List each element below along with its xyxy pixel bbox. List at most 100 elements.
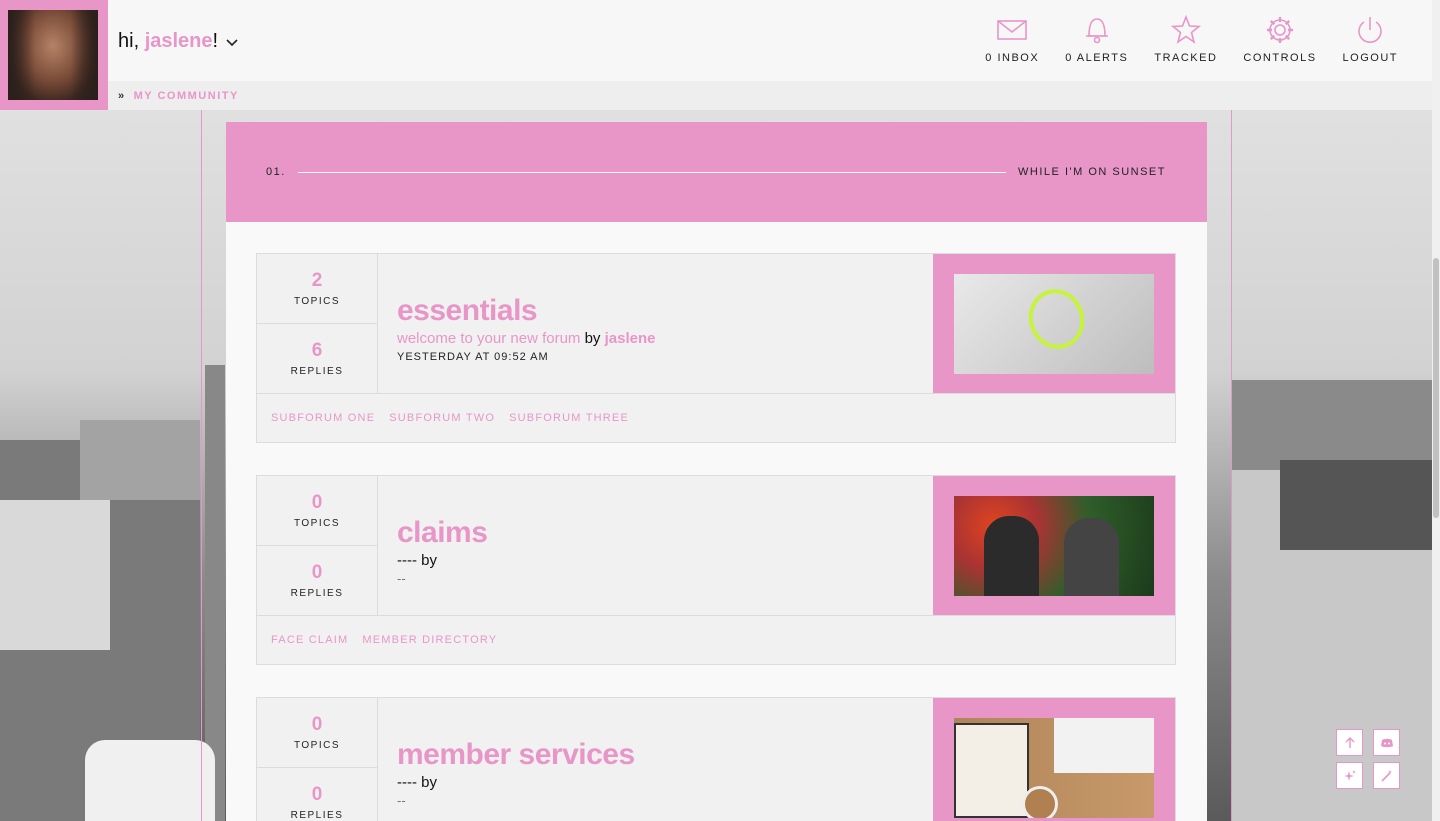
replies-stat: 0 REPLIES bbox=[257, 768, 377, 821]
subforum-link[interactable]: FACE CLAIM bbox=[271, 634, 348, 646]
topics-count: 0 bbox=[311, 714, 323, 735]
highlight-circle bbox=[1020, 281, 1093, 357]
forum-info: member services ---- by -- bbox=[378, 698, 933, 821]
replies-label: REPLIES bbox=[290, 810, 344, 821]
last-post-by: by bbox=[421, 552, 437, 569]
nav-alerts[interactable]: 0 ALERTS bbox=[1065, 14, 1128, 64]
forum-index: 01. WHILE I'M ON SUNSET 2 TOPICS 6 REPLI… bbox=[226, 122, 1207, 821]
last-post-date-placeholder: -- bbox=[397, 793, 406, 808]
power-icon bbox=[1358, 17, 1383, 43]
breadcrumb-my-community[interactable]: MY COMMUNITY bbox=[134, 90, 239, 102]
image-person bbox=[984, 516, 1039, 596]
category-divider bbox=[297, 171, 1007, 173]
subforum-link[interactable]: SUBFORUM THREE bbox=[509, 412, 629, 424]
replies-label: REPLIES bbox=[290, 366, 344, 377]
background-building bbox=[80, 420, 200, 500]
last-post-by: by bbox=[421, 774, 437, 791]
nav-inbox-label: 0 INBOX bbox=[985, 52, 1040, 64]
background-car bbox=[85, 740, 215, 821]
subforum-list: SUBFORUM ONE SUBFORUM TWO SUBFORUM THREE bbox=[257, 394, 1175, 442]
nav-tracked-label: TRACKED bbox=[1154, 52, 1218, 64]
nav-tracked[interactable]: TRACKED bbox=[1154, 14, 1217, 64]
breadcrumb: » MY COMMUNITY bbox=[108, 81, 1432, 110]
avatar-shading bbox=[8, 10, 98, 100]
sparkle-icon bbox=[1343, 769, 1356, 781]
topics-label: TOPICS bbox=[293, 740, 341, 751]
last-post-line: ---- by bbox=[397, 552, 933, 569]
scrollbar-thumb[interactable] bbox=[1433, 258, 1439, 518]
forum-stats: 0 TOPICS 0 REPLIES bbox=[257, 698, 378, 821]
topics-stat: 2 TOPICS bbox=[257, 254, 377, 324]
replies-stat: 0 REPLIES bbox=[257, 546, 377, 615]
forum-row-claims: 0 TOPICS 0 REPLIES claims ---- by -- FAC… bbox=[256, 475, 1176, 665]
last-post-placeholder: ---- bbox=[397, 552, 417, 569]
forum-info: claims ---- by -- bbox=[378, 476, 933, 615]
discord-button[interactable] bbox=[1373, 729, 1400, 756]
topics-label: TOPICS bbox=[293, 518, 341, 529]
envelope-icon bbox=[997, 20, 1028, 40]
avatar-frame bbox=[0, 0, 108, 110]
scroll-top-button[interactable] bbox=[1336, 729, 1363, 756]
last-post-line: welcome to your new forum by jaslene bbox=[397, 330, 933, 347]
forum-image-frame bbox=[933, 698, 1175, 821]
top-header: hi, jaslene! 0 INBOX 0 ALERTS TRACKED CO… bbox=[0, 0, 1432, 81]
forum-stats: 2 TOPICS 6 REPLIES bbox=[257, 254, 378, 393]
forum-image bbox=[954, 718, 1154, 818]
nav-controls[interactable]: CONTROLS bbox=[1243, 14, 1316, 64]
page-scrollbar[interactable] bbox=[1432, 0, 1440, 821]
avatar[interactable] bbox=[8, 10, 98, 100]
image-coffee bbox=[1022, 786, 1058, 818]
topics-stat: 0 TOPICS bbox=[257, 698, 377, 768]
subforum-link[interactable]: MEMBER DIRECTORY bbox=[362, 634, 497, 646]
topics-count: 2 bbox=[311, 270, 323, 291]
last-post-user[interactable]: jaslene bbox=[605, 330, 656, 347]
forum-stats: 0 TOPICS 0 REPLIES bbox=[257, 476, 378, 615]
chevron-down-icon[interactable] bbox=[226, 34, 238, 50]
replies-count: 0 bbox=[311, 562, 323, 583]
image-keyboard bbox=[1054, 718, 1154, 773]
forum-title[interactable]: member services bbox=[397, 740, 933, 770]
forum-image bbox=[954, 496, 1154, 596]
last-post-date: YESTERDAY AT 09:52 AM bbox=[397, 351, 549, 363]
background-house bbox=[0, 500, 110, 650]
category-header: 01. WHILE I'M ON SUNSET bbox=[226, 122, 1207, 222]
user-greeting[interactable]: hi, jaslene! bbox=[118, 30, 238, 53]
category-name[interactable]: WHILE I'M ON SUNSET bbox=[1018, 166, 1166, 178]
right-rail bbox=[1231, 110, 1232, 821]
image-book bbox=[954, 723, 1029, 818]
forum-row-essentials: 2 TOPICS 6 REPLIES essentials welcome to… bbox=[256, 253, 1176, 443]
wand-button[interactable] bbox=[1373, 762, 1400, 789]
nav-alerts-label: 0 ALERTS bbox=[1065, 52, 1129, 64]
nav-logout-label: LOGOUT bbox=[1342, 52, 1398, 64]
breadcrumb-separator: » bbox=[118, 89, 126, 102]
sparkle-button[interactable] bbox=[1336, 762, 1363, 789]
last-post-by: by bbox=[584, 330, 601, 347]
image-person bbox=[1064, 518, 1119, 596]
discord-icon bbox=[1380, 738, 1393, 747]
category-number: 01. bbox=[266, 166, 286, 178]
last-post-line: ---- by bbox=[397, 774, 933, 791]
replies-count: 6 bbox=[311, 340, 323, 361]
replies-count: 0 bbox=[311, 784, 323, 805]
subforum-link[interactable]: SUBFORUM ONE bbox=[271, 412, 375, 424]
forum-title[interactable]: claims bbox=[397, 518, 933, 548]
nav-inbox[interactable]: 0 INBOX bbox=[985, 14, 1039, 64]
forum-title[interactable]: essentials bbox=[397, 296, 933, 326]
forum-image bbox=[954, 274, 1154, 374]
user-nav: 0 INBOX 0 ALERTS TRACKED CONTROLS LOGOUT bbox=[959, 14, 1398, 64]
topics-stat: 0 TOPICS bbox=[257, 476, 377, 546]
replies-label: REPLIES bbox=[290, 588, 344, 599]
greeting-prefix: hi, bbox=[118, 30, 140, 52]
last-post-link[interactable]: welcome to your new forum bbox=[397, 330, 580, 347]
gear-icon bbox=[1266, 17, 1293, 43]
nav-logout[interactable]: LOGOUT bbox=[1343, 14, 1398, 64]
greeting-suffix: ! bbox=[212, 30, 219, 52]
wand-icon bbox=[1380, 769, 1392, 782]
subforum-link[interactable]: SUBFORUM TWO bbox=[389, 412, 495, 424]
greeting-username: jaslene bbox=[144, 30, 213, 52]
arrow-up-icon bbox=[1345, 736, 1354, 748]
replies-stat: 6 REPLIES bbox=[257, 324, 377, 393]
subforum-list: FACE CLAIM MEMBER DIRECTORY bbox=[257, 616, 1175, 664]
left-rail bbox=[201, 110, 202, 821]
topics-label: TOPICS bbox=[293, 296, 341, 307]
